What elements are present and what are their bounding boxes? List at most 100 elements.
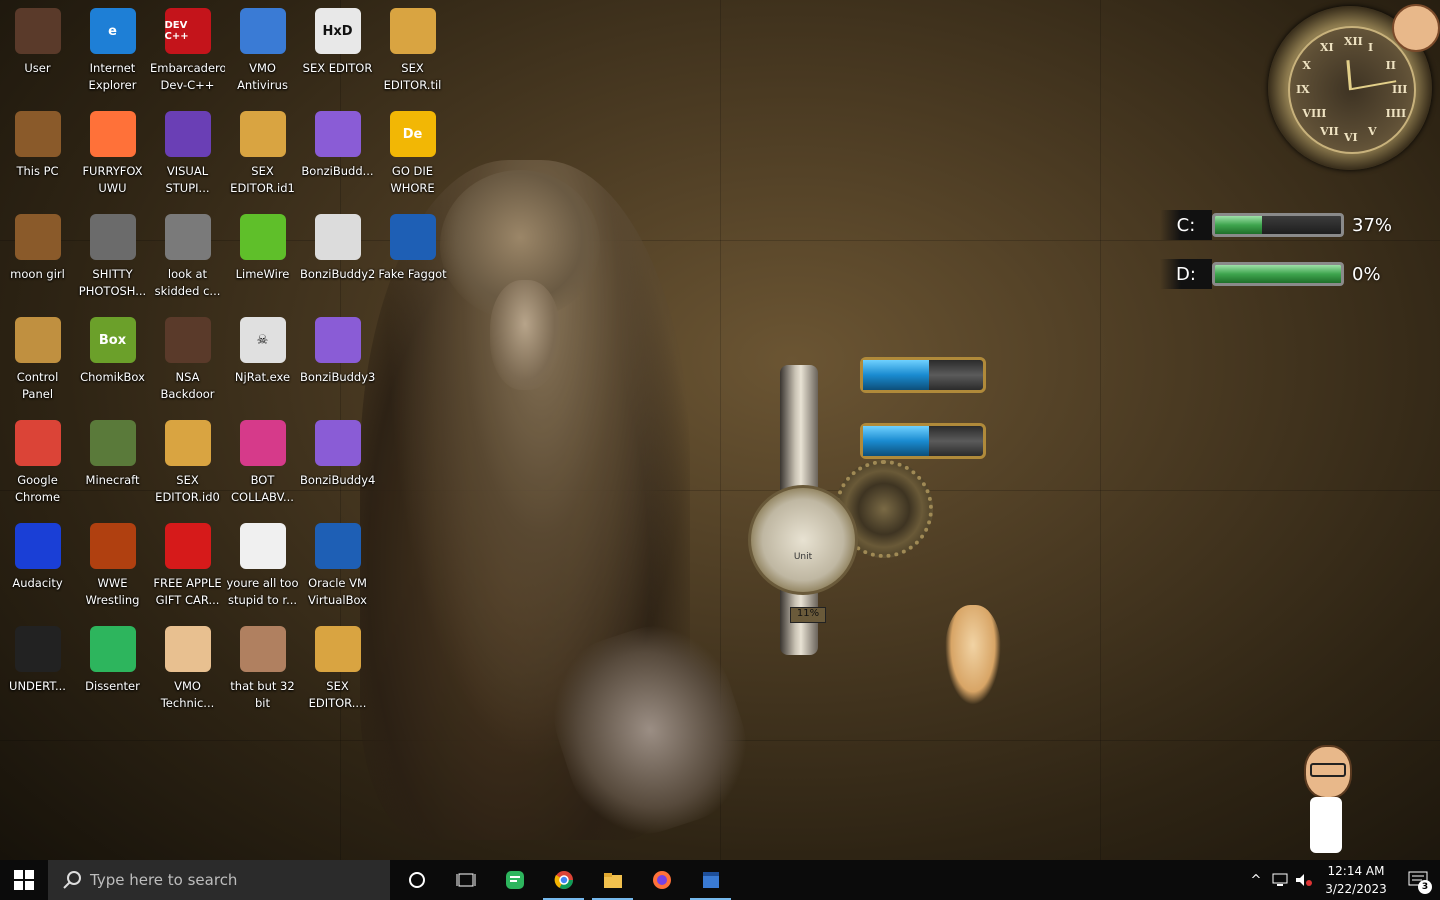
- desktop-icon[interactable]: Minecraft: [75, 412, 150, 512]
- desktop-icon[interactable]: ☠ NjRat.exe: [225, 309, 300, 409]
- desktop-icon-label: SEX EDITOR....: [308, 679, 367, 710]
- desktop-icon[interactable]: that but 32 bit: [225, 618, 300, 718]
- desktop-icon[interactable]: VMO Antivirus: [225, 0, 300, 100]
- desktop-icon[interactable]: HxD SEX EDITOR: [300, 0, 375, 100]
- desktop-icon[interactable]: BonziBuddy3: [300, 309, 375, 409]
- desktop-icon-label: BonziBuddy2: [300, 267, 375, 281]
- desktop-icon-label: youre all too stupid to r...: [226, 576, 299, 607]
- desktop-icon[interactable]: User: [0, 0, 75, 100]
- desktop-icon[interactable]: SEX EDITOR....: [300, 618, 375, 718]
- desktop-icon[interactable]: BonziBudd...: [300, 103, 375, 203]
- desktop-icon-label: FURRYFOX UWU: [82, 164, 143, 195]
- clock-numeral: IIII: [1385, 107, 1407, 120]
- drive-c-meter[interactable]: C: 37%: [1160, 208, 1420, 242]
- desktop-icon[interactable]: Box ChomikBox: [75, 309, 150, 409]
- desktop-icon[interactable]: FREE APPLE GIFT CAR...: [150, 515, 225, 615]
- taskbar-button[interactable]: [686, 860, 735, 900]
- virtualbox-icon: [314, 523, 361, 569]
- ram-tube: [860, 423, 986, 459]
- dial-label: Unit: [793, 552, 813, 562]
- clock-numeral: VIII: [1302, 107, 1327, 120]
- taskbar-button[interactable]: [588, 860, 637, 900]
- taskbar-button[interactable]: [490, 860, 539, 900]
- desktop-icon[interactable]: WWE Wrestling: [75, 515, 150, 615]
- bonzi-icon: [314, 111, 361, 157]
- chevron-up-icon[interactable]: ^: [1244, 860, 1268, 900]
- file-icon: [164, 420, 211, 466]
- desktop-icon[interactable]: BonziBuddy2: [300, 206, 375, 306]
- desktop-icon[interactable]: VISUAL STUPI...: [150, 103, 225, 203]
- taskbar-button[interactable]: [539, 860, 588, 900]
- desktop-icon[interactable]: VMO Technic...: [150, 618, 225, 718]
- drive-usage-bar: [1212, 262, 1344, 286]
- desktop-icon[interactable]: youre all too stupid to r...: [225, 515, 300, 615]
- taskbar-button[interactable]: [441, 860, 490, 900]
- desktop-icon[interactable]: UNDERT...: [0, 618, 75, 718]
- desktop-icon[interactable]: Google Chrome: [0, 412, 75, 512]
- desktop-icon[interactable]: e Internet Explorer: [75, 0, 150, 100]
- clock-time: 12:14 AM: [1327, 864, 1385, 878]
- doctor-icon: [164, 626, 211, 672]
- minecraft-icon: [89, 420, 136, 466]
- action-center-button[interactable]: 3: [1396, 860, 1440, 900]
- desktop-icon-label: BOT COLLABV...: [231, 473, 294, 504]
- nsa-icon: [164, 317, 211, 363]
- desktop-icon-label: WWE Wrestling: [85, 576, 140, 607]
- desktop-icon[interactable]: SHITTY PHOTOSH...: [75, 206, 150, 306]
- clock-numeral: VI: [1344, 131, 1358, 144]
- desktop-icon[interactable]: moon girl: [0, 206, 75, 306]
- firefox-icon: [89, 111, 136, 157]
- clock-numeral: IX: [1296, 83, 1310, 96]
- desktop-icon-label: SEX EDITOR: [302, 61, 373, 75]
- desktop-icon-label: Embarcadero Dev-C++: [150, 61, 225, 92]
- clock-date: 3/22/2023: [1325, 882, 1387, 896]
- desktop-icon[interactable]: De GO DIE WHORE: [375, 103, 450, 203]
- desktop-icon[interactable]: BOT COLLABV...: [225, 412, 300, 512]
- hamster-icon[interactable]: [945, 605, 1001, 705]
- desktop-icon-label: Audacity: [12, 576, 63, 590]
- desktop-icon[interactable]: Audacity: [0, 515, 75, 615]
- gauge-readout: 11%: [790, 607, 826, 623]
- clock-minute-hand: [1351, 80, 1397, 90]
- virtualbox-icon: [389, 214, 436, 260]
- taskbar-clock[interactable]: 12:14 AM 3/22/2023: [1316, 862, 1396, 898]
- drive-letter: D:: [1160, 259, 1212, 289]
- apple-icon: [164, 523, 211, 569]
- desktop-icon[interactable]: BonziBuddy4: [300, 412, 375, 512]
- portrait-icon: [239, 523, 286, 569]
- clock-numeral: III: [1392, 83, 1408, 96]
- desktop-icon[interactable]: FURRYFOX UWU: [75, 103, 150, 203]
- desktop-icon[interactable]: LimeWire: [225, 206, 300, 306]
- taskbar-button[interactable]: [392, 860, 441, 900]
- firefox-icon: [652, 871, 671, 889]
- desktop-icon[interactable]: Oracle VM VirtualBox: [300, 515, 375, 615]
- user-folder-icon: [14, 8, 61, 54]
- start-button[interactable]: [0, 860, 48, 900]
- desktop-icon-label: Google Chrome: [14, 473, 61, 504]
- taskbar-button[interactable]: [637, 860, 686, 900]
- desktop-icon[interactable]: Control Panel: [0, 309, 75, 409]
- desktop-icon[interactable]: NSA Backdoor: [150, 309, 225, 409]
- drive-usage-fill: [1215, 265, 1341, 283]
- task-view-icon: [456, 873, 475, 887]
- desktop-icon[interactable]: Dissenter: [75, 618, 150, 718]
- desktop-icon[interactable]: SEX EDITOR.id1: [225, 103, 300, 203]
- desktop-icon[interactable]: DEV C++ Embarcadero Dev-C++: [150, 0, 225, 100]
- tube-fill: [863, 360, 929, 390]
- network-icon[interactable]: [1268, 860, 1292, 900]
- file-icon: [314, 626, 361, 672]
- drive-d-meter[interactable]: D: 0%: [1160, 257, 1420, 291]
- unity-icon: [14, 626, 61, 672]
- desktop-icon[interactable]: SEX EDITOR.id0: [150, 412, 225, 512]
- taskbar-search-box[interactable]: Type here to search: [48, 860, 390, 900]
- desktop-icon[interactable]: Fake Faggot: [375, 206, 450, 306]
- cartoon-buddy-icon[interactable]: [1296, 745, 1356, 855]
- desktop-icon[interactable]: This PC: [0, 103, 75, 203]
- desktop-icon[interactable]: look at skidded c...: [150, 206, 225, 306]
- volume-muted-icon[interactable]: [1292, 860, 1316, 900]
- dial-gauge: Unit: [748, 485, 858, 595]
- desktop-icon-label: VMO Technic...: [160, 679, 215, 710]
- desktop-icon-label: SHITTY PHOTOSH...: [78, 267, 147, 298]
- bonzi-icon: [314, 317, 361, 363]
- desktop-icon[interactable]: SEX EDITOR.til: [375, 0, 450, 100]
